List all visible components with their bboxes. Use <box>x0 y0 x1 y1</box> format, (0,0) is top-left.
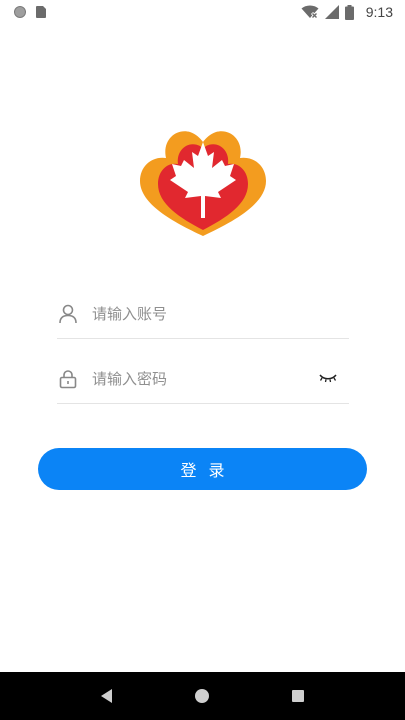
status-bar: 9:13 <box>0 0 405 24</box>
user-icon <box>57 303 79 325</box>
eye-closed-icon[interactable] <box>319 371 337 385</box>
status-right: 9:13 <box>301 4 393 20</box>
wifi-off-icon <box>301 5 319 19</box>
recent-apps-icon[interactable] <box>291 690 304 702</box>
login-button[interactable]: 登录 <box>38 448 367 490</box>
navigation-bar <box>0 672 405 720</box>
battery-icon <box>344 4 354 20</box>
sim-card-icon <box>36 6 46 18</box>
username-input[interactable] <box>92 304 302 323</box>
maple-leaf-logo-icon <box>140 131 266 236</box>
home-icon[interactable] <box>194 689 209 703</box>
status-time: 9:13 <box>365 4 393 20</box>
notification-dot-icon <box>14 6 26 18</box>
back-icon[interactable] <box>101 689 113 703</box>
password-input[interactable] <box>92 369 302 388</box>
username-field <box>57 289 349 339</box>
status-left <box>14 6 46 18</box>
lock-icon <box>57 368 79 390</box>
signal-icon <box>324 5 339 19</box>
password-field <box>57 354 349 404</box>
